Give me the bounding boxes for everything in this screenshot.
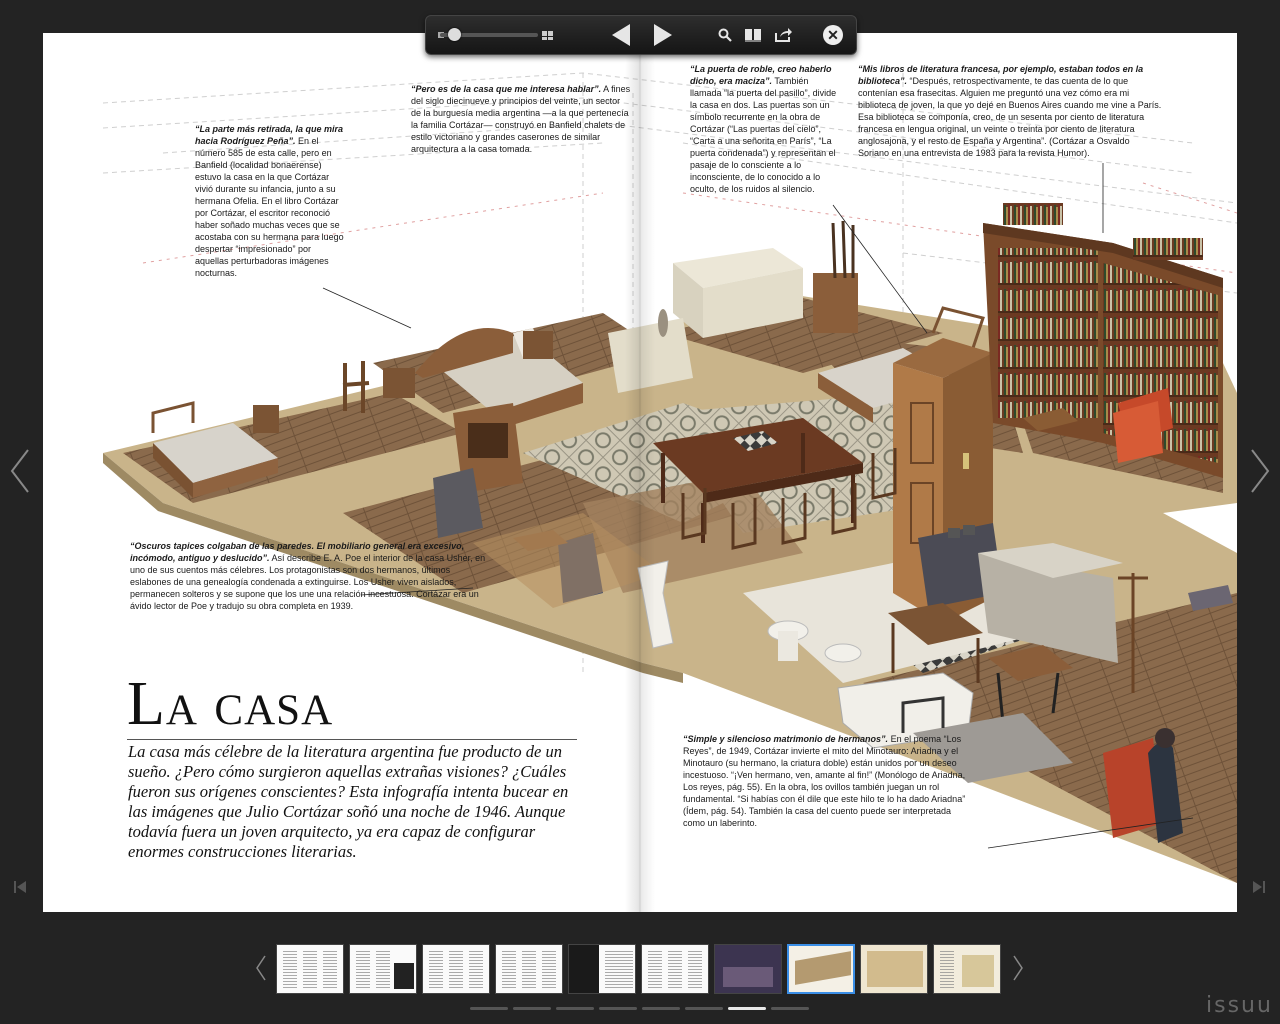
magazine-spread: “La parte más retirada, la que mira haci… — [43, 33, 1237, 912]
caption-hablar-body: A fines del siglo diecinueve y principio… — [411, 84, 631, 154]
page-thumbnail[interactable] — [349, 944, 417, 994]
page-thumbnail[interactable] — [422, 944, 490, 994]
caption-tapices: “Oscuros tapices colgaban de las paredes… — [130, 540, 490, 612]
caption-roble: “La puerta de roble, creo haberlo dicho,… — [690, 63, 840, 195]
page-thumbnail[interactable] — [714, 944, 782, 994]
caption-rodriguez: “La parte más retirada, la que mira haci… — [195, 123, 345, 279]
pager-dot[interactable] — [599, 1007, 637, 1010]
close-icon: ✕ — [823, 25, 843, 45]
pager-dot[interactable] — [771, 1007, 809, 1010]
prev-page-icon — [612, 24, 630, 46]
caption-libros: “Mis libros de literatura francesa, por … — [858, 63, 1163, 159]
page-thumbnail[interactable] — [860, 944, 928, 994]
pager-dot[interactable] — [513, 1007, 551, 1010]
caption-matrimonio-body: En el poema “Los Reyes”, de 1949, Cortáz… — [683, 734, 966, 828]
pager-dot[interactable] — [556, 1007, 594, 1010]
reader-toolbar: ✕ — [425, 15, 857, 55]
next-page-button[interactable] — [652, 20, 674, 50]
issuu-logo[interactable]: issuu — [1206, 993, 1273, 1018]
first-page-icon[interactable] — [14, 880, 26, 894]
search-button[interactable] — [715, 20, 735, 50]
caption-roble-body: También llamada “la puerta del pasillo”,… — [690, 76, 837, 194]
page-title: La casa — [127, 670, 334, 738]
pager-dot-active[interactable] — [728, 1007, 766, 1010]
page-thumbnail[interactable] — [568, 944, 636, 994]
caption-libros-body: “Después, retrospectivamente, te das cue… — [858, 76, 1162, 158]
pager-dot[interactable] — [685, 1007, 723, 1010]
caption-rodriguez-head: “La parte más retirada, la que mira haci… — [195, 124, 344, 146]
prev-spread-arrow-icon[interactable] — [10, 448, 30, 494]
pager-dot[interactable] — [642, 1007, 680, 1010]
pages-button[interactable] — [742, 20, 764, 50]
caption-roble-head: “La puerta de roble, creo haberlo dicho,… — [690, 64, 832, 86]
page-thumbnail[interactable] — [933, 944, 1001, 994]
caption-matrimonio: “Simple y silencioso matrimonio de herma… — [683, 733, 968, 829]
title-divider — [127, 739, 577, 740]
zoom-slider-handle[interactable] — [448, 28, 461, 41]
caption-matrimonio-head: “Simple y silencioso matrimonio de herma… — [683, 734, 889, 744]
caption-rodriguez-body: En el número 585 de esta calle, pero en … — [195, 136, 344, 278]
intro-paragraph: La casa más célebre de la literatura arg… — [128, 742, 569, 861]
page-thumbnail[interactable] — [276, 944, 344, 994]
next-spread-arrow-icon[interactable] — [1250, 448, 1270, 494]
page-thumbnail[interactable] — [641, 944, 709, 994]
search-icon — [718, 28, 732, 42]
thumbs-prev-arrow-icon[interactable] — [256, 955, 266, 981]
caption-hablar: “Pero es de la casa que me interesa habl… — [411, 83, 631, 155]
prev-page-button[interactable] — [610, 20, 632, 50]
page-gutter — [625, 33, 655, 912]
two-page-icon[interactable] — [542, 29, 554, 41]
last-page-icon[interactable] — [1253, 880, 1265, 894]
pager-dot[interactable] — [470, 1007, 508, 1010]
next-page-icon — [654, 24, 672, 46]
page-thumbnail-active[interactable] — [787, 944, 855, 994]
close-button[interactable]: ✕ — [822, 20, 844, 50]
caption-hablar-head: “Pero es de la casa que me interesa habl… — [411, 84, 602, 94]
pages-icon — [745, 29, 761, 42]
page-thumbnail[interactable] — [495, 944, 563, 994]
share-button[interactable] — [772, 20, 794, 50]
thumbs-next-arrow-icon[interactable] — [1013, 955, 1023, 981]
share-icon — [775, 28, 792, 42]
